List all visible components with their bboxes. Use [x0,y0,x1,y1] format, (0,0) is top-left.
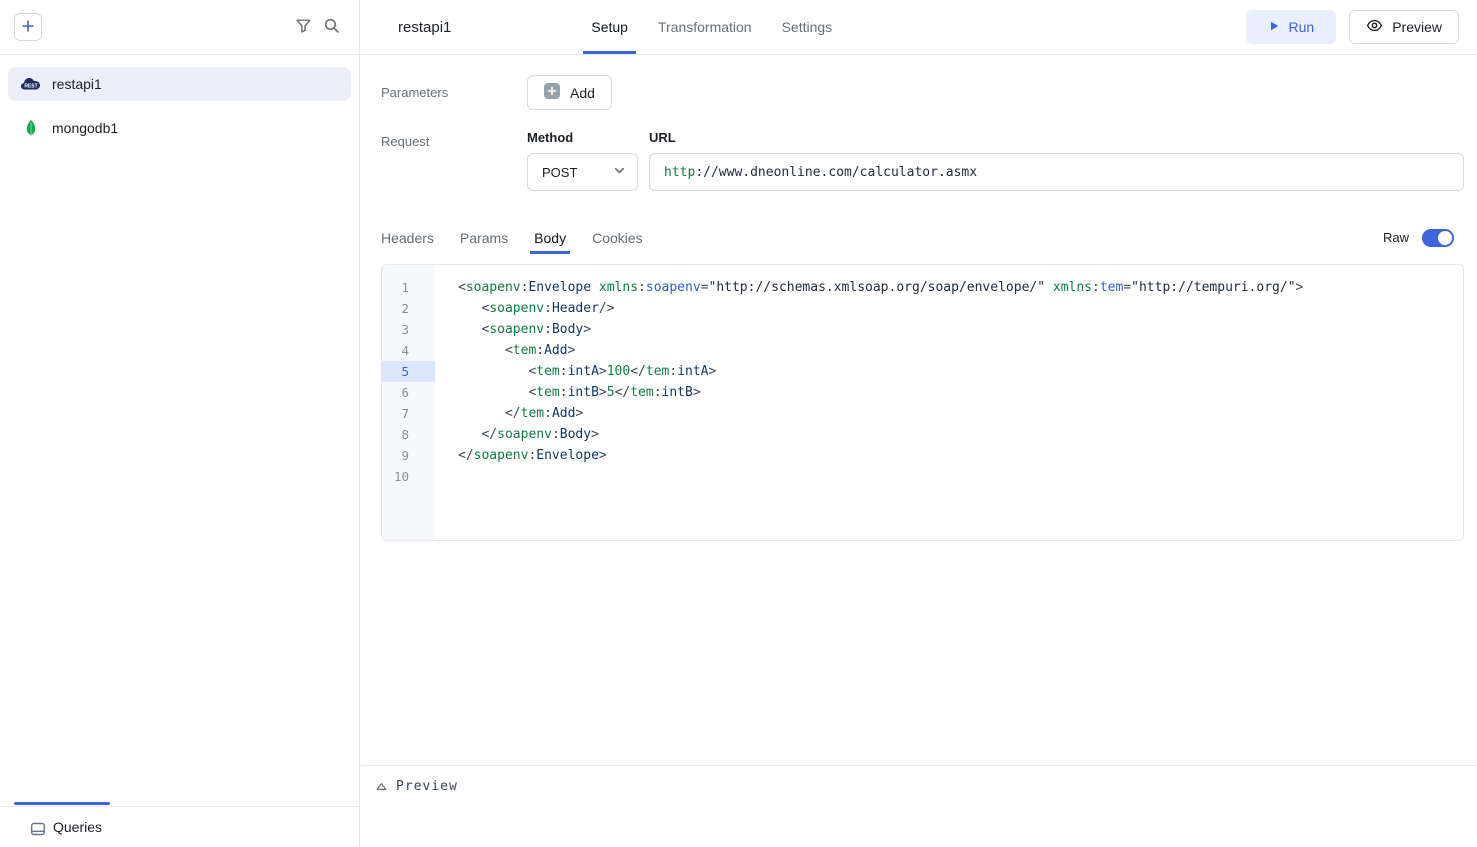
sidebar-item-restapi1[interactable]: REST restapi1 [8,67,351,101]
method-label: Method [527,130,638,145]
tab-settings[interactable]: Settings [782,0,833,54]
line-number: 8 [382,424,435,445]
add-parameter-button[interactable]: Add [527,75,612,110]
main-panel: restapi1 Setup Transformation Settings Run… [361,0,1477,847]
line-number: 5 [382,361,435,382]
raw-toggle[interactable] [1422,229,1454,247]
queries-icon [30,818,46,837]
search-icon [323,17,340,37]
line-number: 4 [382,340,435,361]
sidebar-header [0,0,359,55]
expand-up-icon [376,779,387,791]
line-number: 6 [382,382,435,403]
plus-square-icon [544,83,560,102]
eye-icon [1366,17,1383,37]
sidebar-item-label: mongodb1 [52,120,118,136]
app-root: REST restapi1 mongodb1 Queries restapi1 Se… [0,0,1477,847]
chevron-down-icon [612,163,627,181]
url-field-group: URL http://www.dneonline.com/calculator.… [649,130,1464,191]
active-tab-indicator [14,802,110,805]
line-number: 9 [382,445,435,466]
svg-text:REST: REST [24,83,37,89]
code-line: </tem:Add> [458,403,1455,424]
parameters-label: Parameters [381,85,527,100]
sidebar: REST restapi1 mongodb1 Queries [0,0,360,847]
line-number: 1 [382,277,435,298]
main-header: restapi1 Setup Transformation Settings Run… [361,0,1477,55]
code-line: <soapenv:Header/> [458,298,1455,319]
preview-panel-header[interactable]: Preview [361,765,1477,847]
method-select[interactable]: POST [527,153,638,191]
preview-button-label: Preview [1392,19,1442,35]
url-label: URL [649,130,1464,145]
code-line: </soapenv:Body> [458,424,1455,445]
search-button[interactable] [317,13,345,41]
url-value: http://www.dneonline.com/calculator.asmx [664,165,977,180]
body-tab-body[interactable]: Body [534,221,566,254]
preview-panel-label: Preview [396,779,458,794]
code-line: <soapenv:Body> [458,319,1455,340]
mongodb-icon [20,119,42,137]
editor-gutter: 12345678910 [382,265,435,540]
main-tabs: Setup Transformation Settings [591,0,832,54]
restapi-icon: REST [20,76,42,92]
run-button[interactable]: Run [1246,10,1337,44]
line-number: 10 [382,466,435,487]
code-line: <soapenv:Envelope xmlns:soapenv="http://… [458,277,1455,298]
sidebar-item-mongodb1[interactable]: mongodb1 [8,111,351,145]
url-input[interactable]: http://www.dneonline.com/calculator.asmx [649,153,1464,191]
method-value: POST [542,165,577,180]
tab-setup[interactable]: Setup [591,0,628,54]
code-line: </soapenv:Envelope> [458,445,1455,466]
filter-button[interactable] [289,13,317,41]
preview-button[interactable]: Preview [1349,10,1459,44]
body-tab-params[interactable]: Params [460,221,508,254]
query-title: restapi1 [398,19,451,36]
body-tab-headers[interactable]: Headers [381,221,434,254]
code-line: <tem:Add> [458,340,1455,361]
request-fields: Method POST URL http://www.dneonline.com… [527,130,1464,191]
toggle-knob [1438,231,1452,245]
queries-tab-label[interactable]: Queries [53,819,102,835]
body-tabs: Headers Params Body Cookies [381,221,669,254]
body-tab-cookies[interactable]: Cookies [592,221,643,254]
code-line [458,466,1455,487]
code-editor[interactable]: 12345678910 <soapenv:Envelope xmlns:soap… [381,264,1464,541]
line-number: 2 [382,298,435,319]
code-line: <tem:intA>100</tem:intA> [458,361,1455,382]
raw-toggle-group: Raw [1383,221,1464,254]
header-actions: Run Preview [1246,10,1459,44]
play-icon [1268,19,1280,35]
editor-content[interactable]: <soapenv:Envelope xmlns:soapenv="http://… [435,265,1463,540]
method-field-group: Method POST [527,130,638,191]
code-line: <tem:intB>5</tem:intB> [458,382,1455,403]
body-tabs-row: Headers Params Body Cookies Raw [381,221,1464,254]
sidebar-item-label: restapi1 [52,76,102,92]
sidebar-footer: Queries [0,806,359,847]
request-row: Request Method POST URL http://www.dneon… [381,130,1464,191]
line-number: 7 [382,403,435,424]
raw-label: Raw [1383,230,1409,245]
request-label: Request [381,130,527,191]
tab-transformation[interactable]: Transformation [658,0,752,54]
run-button-label: Run [1289,19,1315,35]
setup-panel: Parameters Add Request Method POST [361,55,1477,765]
add-parameter-label: Add [570,85,595,101]
parameters-row: Parameters Add [381,75,1464,110]
line-number: 3 [382,319,435,340]
query-list: REST restapi1 mongodb1 [0,55,359,157]
plus-icon [21,19,35,36]
add-query-button[interactable] [14,13,42,41]
filter-icon [295,17,312,37]
